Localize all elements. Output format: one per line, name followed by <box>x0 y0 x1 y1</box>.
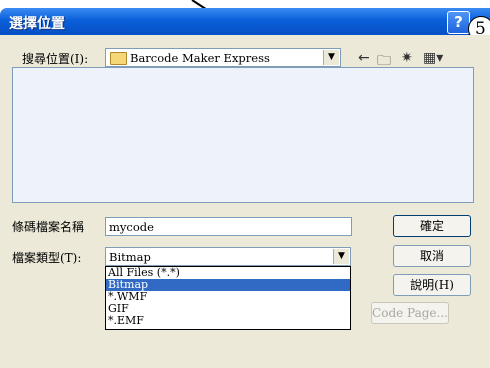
chevron-down-icon[interactable]: ▼ <box>323 50 339 65</box>
chevron-down-icon[interactable]: ▼ <box>333 249 349 264</box>
back-arrow-icon[interactable]: ← <box>358 50 370 66</box>
title-help-button[interactable]: ? <box>447 11 470 34</box>
filetype-combo[interactable]: Bitmap ▼ <box>105 247 351 266</box>
filetype-value: Bitmap <box>109 250 151 264</box>
new-folder-icon[interactable]: ✷ <box>401 50 413 66</box>
filetype-label: 檔案類型(T): <box>12 251 82 265</box>
dialog-title: 選擇位置 <box>9 16 65 32</box>
cancel-button[interactable]: 取消 <box>393 245 471 267</box>
file-list-area[interactable] <box>12 67 474 203</box>
dropdown-option[interactable]: *.EMF <box>106 315 350 327</box>
dropdown-option[interactable]: *.WMF <box>106 291 350 303</box>
filename-value: mycode <box>109 220 154 234</box>
look-in-label: 搜尋位置(I): <box>22 52 89 66</box>
code-page-button[interactable]: Code Page... <box>371 302 449 324</box>
view-menu-icon[interactable]: ▦▾ <box>423 50 443 66</box>
look-in-combo[interactable]: Barcode Maker Express ▼ <box>105 48 341 67</box>
help-button[interactable]: 說明(H) <box>393 274 471 296</box>
folder-icon <box>110 52 127 65</box>
look-in-value: Barcode Maker Express <box>130 51 270 65</box>
select-location-dialog: 選擇位置 ? 5 搜尋位置(I): Barcode Maker Express … <box>0 0 490 368</box>
title-bar: 選擇位置 ? <box>0 8 490 35</box>
filename-input[interactable]: mycode <box>105 217 352 236</box>
filetype-dropdown-list[interactable]: All Files (*.*) Bitmap *.WMF GIF *.EMF <box>105 266 351 330</box>
filename-label: 條碼檔案名稱 <box>12 220 85 234</box>
ok-button[interactable]: 確定 <box>393 215 471 237</box>
